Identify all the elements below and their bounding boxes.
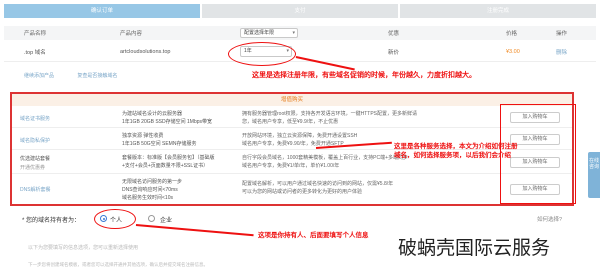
service-desc: 域名用户专享，免费¥1/单/年，单价¥1.00/年 bbox=[242, 163, 340, 169]
order-sub-links: 继续添加产品 复查是否接触域名 bbox=[24, 72, 117, 79]
annotation-circle-personal bbox=[94, 209, 136, 229]
service-row: DNS解析套餐 无限域名访问服务的第一步 DNS查询响应时间<70ms 域名服务… bbox=[12, 176, 572, 204]
price-value: ¥3.00 bbox=[506, 48, 520, 55]
check-domain-link[interactable]: 复查是否接触域名 bbox=[77, 73, 117, 79]
order-table-header: 产品名称 产品内容 配置选择年限 ▾ 优惠 价格 操作 bbox=[4, 26, 596, 40]
service-desc: 自行字段会员域名，1000套精美模板，覆盖上百行业，支持PC端+多端同步 bbox=[242, 155, 408, 161]
service-name: 优选建站套餐 bbox=[20, 156, 51, 162]
service-desc: 开放网站环境，独立云资源保障，免费开通设置SSH bbox=[242, 133, 358, 139]
service-name: 域名隐私保护 bbox=[20, 138, 51, 144]
service-desc: 可以为您的网站或访问者的更多转化为更好的用户体验 bbox=[242, 189, 363, 195]
col-price: 价格 bbox=[506, 31, 518, 37]
service-name: DNS解析套餐 bbox=[20, 187, 51, 193]
watermark-text: 破蜗壳国际云服务 bbox=[396, 233, 553, 260]
annotation-arrow-holder bbox=[135, 224, 254, 236]
service-desc: 您，域名用户专享，低至¥9.9/年，不止优惠 bbox=[242, 119, 339, 125]
chevron-down-icon: ▾ bbox=[292, 30, 295, 36]
annotation-years-note: 这里是选择注册年限，有些域名促销的时候，年份越久，力度折扣越大。 bbox=[252, 72, 476, 79]
service-line: 1年1GB 20GB SSD存储空间 1Mbps带宽 bbox=[122, 119, 213, 125]
annotation-circle-years bbox=[228, 42, 296, 66]
service-desc: 拥有服务器管理root权限，支持各开发语言环境，一键HTTPS配置，更多新鲜请 bbox=[242, 111, 418, 117]
col-action: 操作 bbox=[556, 31, 568, 37]
service-line: 套餐版本：标准版【会员服务包】（基础版 bbox=[122, 155, 215, 161]
holder-hint: 以下为您要填写的信息选项，您可以重新选择使用 bbox=[28, 245, 139, 251]
service-line: 独享资源 弹性收费 bbox=[122, 133, 164, 139]
col-product-content: 产品内容 bbox=[120, 31, 143, 37]
services-title: 增值购买 bbox=[12, 94, 572, 106]
delete-link[interactable]: 删除 bbox=[556, 48, 567, 56]
step-confirm-order: 确认订单 bbox=[4, 4, 200, 18]
holder-label: * 您的域名持有者为： bbox=[22, 218, 81, 224]
service-row: 域名证书服务 为建站域名设计的云服务器 1年1GB 20GB SSD存储空间 1… bbox=[12, 108, 572, 128]
col-discount: 优惠 bbox=[388, 31, 400, 37]
service-name: 域名证书服务 bbox=[20, 116, 51, 122]
annotation-box-buttons bbox=[500, 104, 576, 204]
service-sub-link[interactable]: 开通优惠券 bbox=[20, 164, 45, 171]
product-name: .top 域名 bbox=[24, 49, 46, 56]
service-line: 为建站域名设计的云服务器 bbox=[122, 111, 183, 117]
service-line: 无限域名访问服务的第一步 bbox=[122, 179, 183, 185]
service-line: +支付+会员+页面数量不限+SSL证书） bbox=[122, 163, 209, 169]
service-line: DNS查询响应时间<70ms bbox=[122, 187, 178, 193]
service-line: 域名服务生效时间<10s bbox=[122, 195, 173, 201]
radio-company[interactable] bbox=[148, 215, 155, 222]
discount-value: 新价 bbox=[388, 49, 400, 56]
option-company-label[interactable]: 企业 bbox=[160, 215, 172, 224]
order-row: .top 域名 artcloudsolutions.top 1年 ▾ 新价 ¥3… bbox=[4, 42, 596, 62]
product-domain: artcloudsolutions.top bbox=[120, 48, 171, 55]
step-complete: 注册完成 bbox=[400, 4, 596, 18]
continue-add-link[interactable]: 继续添加产品 bbox=[24, 73, 54, 79]
annotation-holder-note: 这项是你持有人、后面要填写个人信息 bbox=[258, 232, 369, 239]
order-steps: 确认订单 支付 注册完成 bbox=[4, 4, 596, 18]
years-config-select[interactable]: 配置选择年限 ▾ bbox=[240, 28, 298, 38]
service-line: 1年1GB 50G空间 SEMN存储服务 bbox=[122, 141, 197, 147]
service-desc: 配置域名解析，可以用户通过域名快速的访问到的网站，仅需¥5.8/年 bbox=[242, 181, 394, 187]
step-payment: 支付 bbox=[202, 4, 398, 18]
col-product-name: 产品名称 bbox=[24, 31, 47, 37]
how-to-choose-link[interactable]: 如何选择? bbox=[537, 215, 562, 223]
annotation-services-note-2: 域名，如何选择服务项，以后我们会介绍 bbox=[394, 152, 511, 159]
holder-hint: 下一步您将创建域名模板，或者您可以选择开通并其他选项，确认后并提交域名注册信息。 bbox=[28, 262, 208, 267]
online-consult-tab[interactable]: 在线咨询 bbox=[588, 152, 600, 198]
